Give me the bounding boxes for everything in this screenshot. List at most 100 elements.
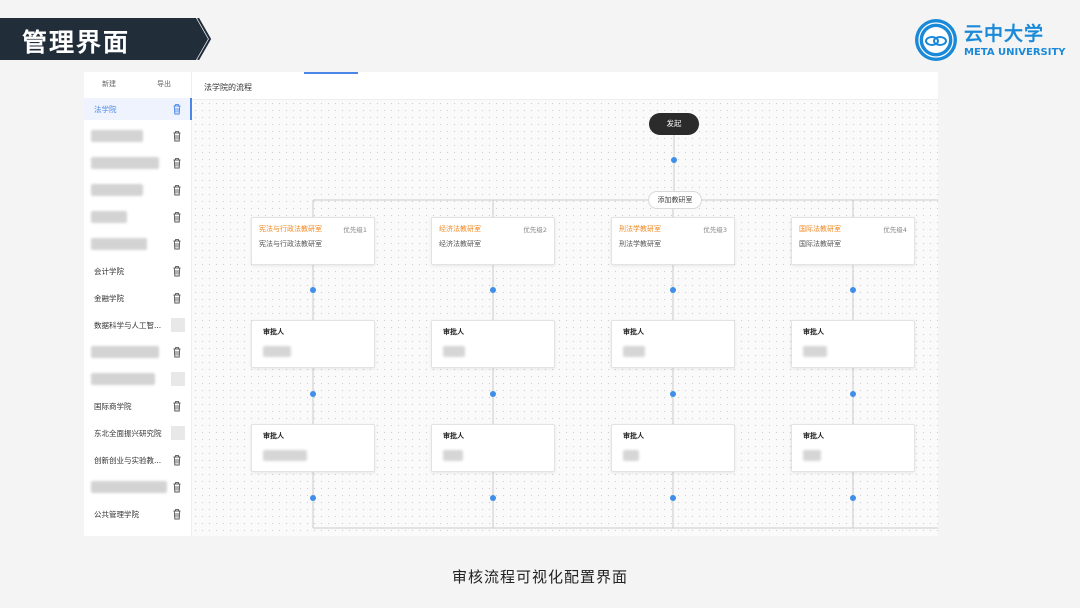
approver-label: 审批人	[803, 432, 824, 440]
trash-icon[interactable]	[172, 130, 182, 142]
approver-card[interactable]: 审批人	[791, 424, 915, 472]
add-node-dot[interactable]	[310, 495, 316, 501]
sidebar-item[interactable]: 金融学院	[84, 287, 192, 309]
approver-card[interactable]: 审批人	[251, 424, 375, 472]
add-node-dot[interactable]	[310, 287, 316, 293]
trash-icon[interactable]	[172, 238, 182, 250]
trash-icon[interactable]	[172, 211, 182, 223]
trash-icon[interactable]	[172, 292, 182, 304]
placeholder-action	[171, 318, 185, 332]
approver-label: 审批人	[623, 328, 644, 336]
add-node-dot[interactable]	[670, 391, 676, 397]
sidebar-item[interactable]	[84, 476, 192, 498]
redacted-approver-name	[443, 450, 463, 461]
trash-icon[interactable]	[172, 103, 182, 115]
flow-title: 法学院的流程	[204, 83, 252, 92]
approver-card[interactable]: 审批人	[611, 424, 735, 472]
redacted-college-name	[91, 211, 127, 223]
flow-canvas[interactable]: 发起 添加教研室 宪法与行政法教研室 优先级1 宪法与行政法教研室 审批人 审批人 经济法…	[192, 100, 938, 536]
department-subtitle: 经济法教研室	[439, 240, 481, 248]
approver-card[interactable]: 审批人	[431, 320, 555, 368]
sidebar-item[interactable]	[84, 179, 192, 201]
add-node-dot[interactable]	[670, 287, 676, 293]
start-node[interactable]: 发起	[649, 113, 699, 135]
add-department-button[interactable]: 添加教研室	[648, 191, 702, 209]
approver-label: 审批人	[623, 432, 644, 440]
sidebar-item[interactable]	[84, 125, 192, 147]
trash-icon[interactable]	[172, 265, 182, 277]
approver-label: 审批人	[443, 328, 464, 336]
department-name: 宪法与行政法教研室	[259, 225, 322, 233]
add-node-dot[interactable]	[671, 157, 677, 163]
department-card[interactable]: 国际法教研室 优先级4 国际法教研室	[791, 217, 915, 265]
sidebar-item[interactable]: 数据科学与人工智...	[84, 314, 192, 336]
approver-card[interactable]: 审批人	[611, 320, 735, 368]
app-screenshot: 新建 导出 法学院会计学院金融学院数据科学与人工智... 国际商学院东北全面振兴研…	[84, 72, 938, 536]
sidebar-item[interactable]	[84, 341, 192, 363]
redacted-approver-name	[803, 346, 827, 357]
trash-icon[interactable]	[172, 508, 182, 520]
add-node-dot[interactable]	[670, 495, 676, 501]
approver-label: 审批人	[803, 328, 824, 336]
approver-card[interactable]: 审批人	[791, 320, 915, 368]
sidebar-item-label: 数据科学与人工智...	[94, 321, 162, 330]
sidebar-item[interactable]: 法学院	[84, 98, 192, 120]
approver-card[interactable]: 审批人	[431, 424, 555, 472]
trash-icon[interactable]	[172, 400, 182, 412]
trash-icon[interactable]	[172, 346, 182, 358]
export-button[interactable]: 导出	[157, 79, 171, 89]
redacted-approver-name	[803, 450, 821, 461]
add-node-dot[interactable]	[850, 287, 856, 293]
redacted-college-name	[91, 157, 159, 169]
sidebar-item-label: 东北全面振兴研究院	[94, 429, 162, 438]
sidebar-item[interactable]	[84, 368, 192, 390]
logo-name-cn: 云中大学	[964, 23, 1045, 45]
add-node-dot[interactable]	[850, 495, 856, 501]
add-node-dot[interactable]	[490, 391, 496, 397]
redacted-college-name	[91, 238, 147, 250]
add-node-dot[interactable]	[850, 391, 856, 397]
sidebar-item[interactable]: 东北全面振兴研究院	[84, 422, 192, 444]
placeholder-action	[171, 372, 185, 386]
sidebar-item[interactable]: 公共管理学院	[84, 503, 192, 525]
redacted-college-name	[91, 346, 159, 358]
department-priority: 优先级2	[523, 226, 547, 234]
department-card[interactable]: 刑法学教研室 优先级3 刑法学教研室	[611, 217, 735, 265]
slide-title-banner: 管理界面	[0, 18, 212, 60]
department-subtitle: 刑法学教研室	[619, 240, 661, 248]
approver-card[interactable]: 审批人	[251, 320, 375, 368]
sidebar-item-label: 会计学院	[94, 267, 124, 276]
department-name: 刑法学教研室	[619, 225, 661, 233]
redacted-college-name	[91, 481, 167, 493]
redacted-college-name	[91, 373, 155, 385]
add-node-dot[interactable]	[490, 495, 496, 501]
new-button[interactable]: 新建	[102, 79, 116, 89]
redacted-approver-name	[623, 450, 639, 461]
department-card[interactable]: 宪法与行政法教研室 优先级1 宪法与行政法教研室	[251, 217, 375, 265]
add-node-dot[interactable]	[310, 391, 316, 397]
college-sidebar: 新建 导出 法学院会计学院金融学院数据科学与人工智... 国际商学院东北全面振兴研…	[84, 72, 192, 536]
department-subtitle: 国际法教研室	[799, 240, 841, 248]
sidebar-item[interactable]: 会计学院	[84, 260, 192, 282]
university-logo: 云中大学 META UNIVERSITY	[914, 18, 1066, 64]
trash-icon[interactable]	[172, 481, 182, 493]
department-subtitle: 宪法与行政法教研室	[259, 240, 322, 248]
university-seal-icon	[915, 19, 957, 61]
redacted-approver-name	[263, 346, 291, 357]
department-priority: 优先级4	[883, 226, 907, 234]
sidebar-item[interactable]: 国际商学院	[84, 395, 192, 417]
approver-label: 审批人	[263, 432, 284, 440]
add-node-dot[interactable]	[490, 287, 496, 293]
sidebar-item-label: 国际商学院	[94, 402, 132, 411]
trash-icon[interactable]	[172, 184, 182, 196]
trash-icon[interactable]	[172, 454, 182, 466]
trash-icon[interactable]	[172, 157, 182, 169]
sidebar-item[interactable]: 创新创业与实验教...	[84, 449, 192, 471]
sidebar-item[interactable]	[84, 206, 192, 228]
department-priority: 优先级1	[343, 226, 367, 234]
flow-title-bar: 法学院的流程	[192, 72, 938, 100]
sidebar-item[interactable]	[84, 152, 192, 174]
approver-label: 审批人	[263, 328, 284, 336]
sidebar-item[interactable]	[84, 233, 192, 255]
department-card[interactable]: 经济法教研室 优先级2 经济法教研室	[431, 217, 555, 265]
